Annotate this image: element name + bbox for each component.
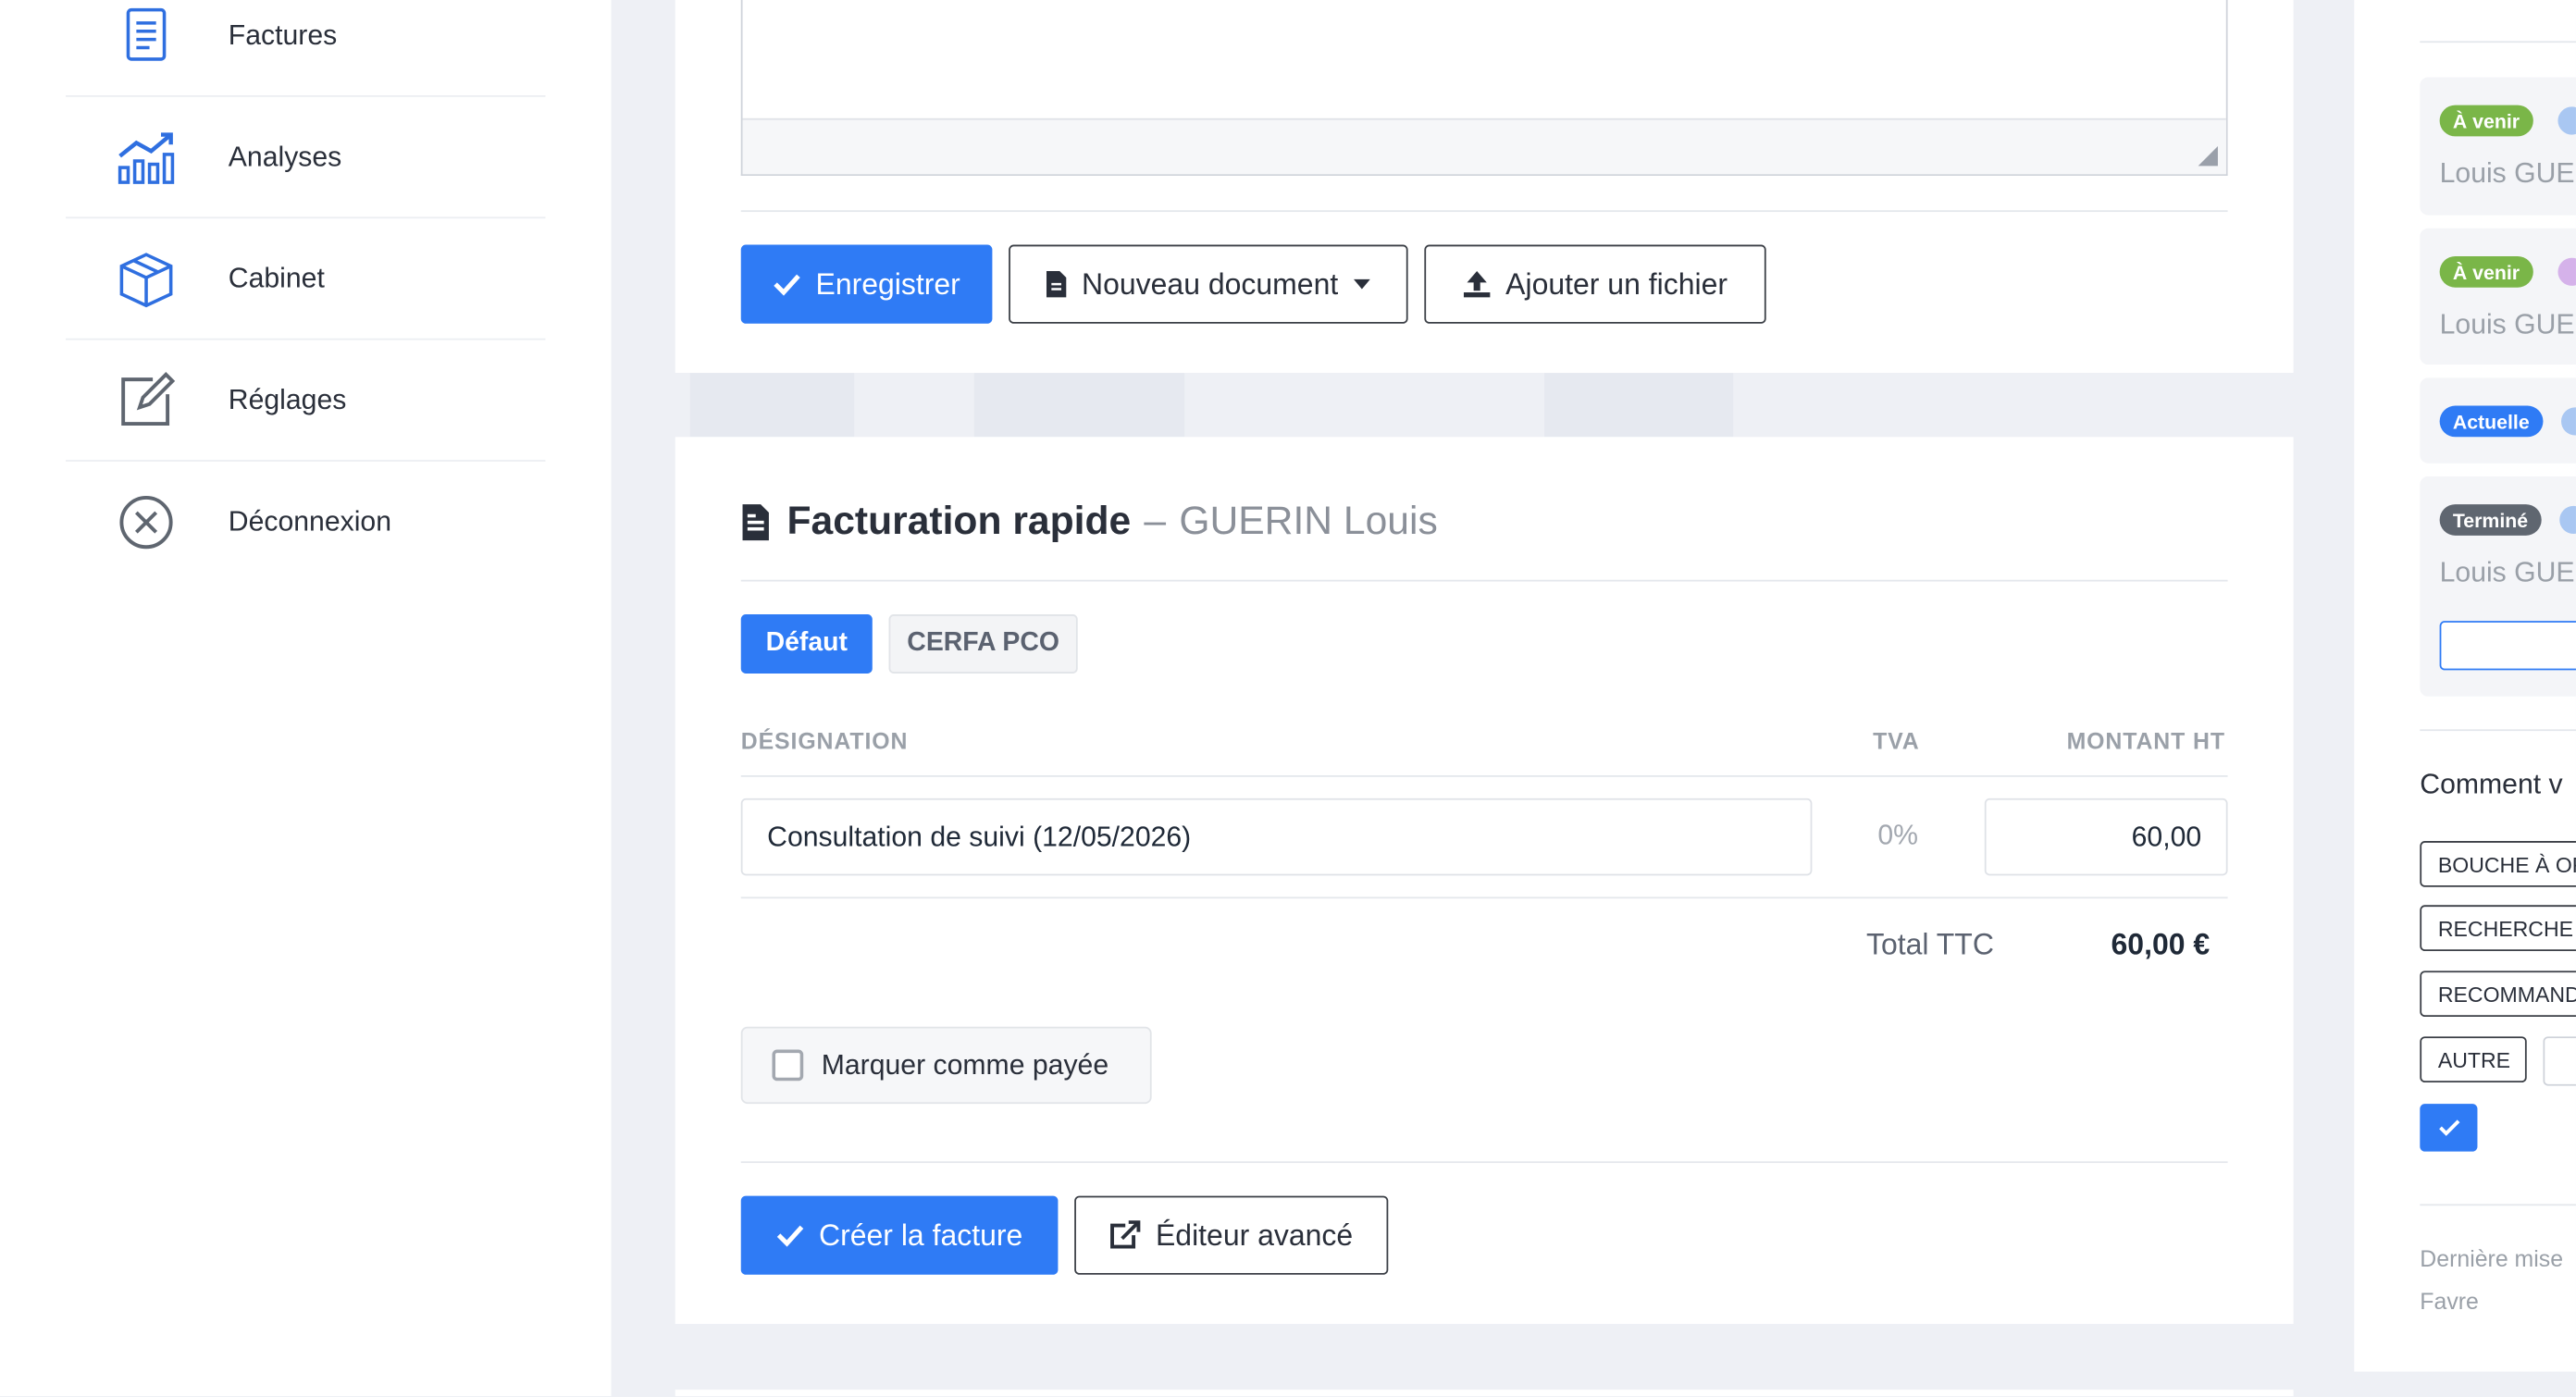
- appointment-item[interactable]: Terminé Louis GUE: [2420, 476, 2576, 697]
- confirm-button[interactable]: [2420, 1104, 2478, 1152]
- next-card: [675, 1390, 2294, 1397]
- advanced-editor-button[interactable]: Éditeur avancé: [1074, 1195, 1389, 1275]
- appointment-name: Louis GUE: [2439, 308, 2575, 340]
- right-panel: À venir Louis GUE À venir Louis GUE Actu…: [2354, 0, 2576, 1372]
- check-icon: [2438, 1119, 2459, 1136]
- total-label: Total TTC: [1865, 928, 1994, 961]
- mark-paid-label: Marquer comme payée: [821, 1048, 1109, 1081]
- caret-down-icon: [1353, 278, 1369, 290]
- notes-textarea[interactable]: [740, 0, 2228, 176]
- amount-input[interactable]: 60,00: [1984, 797, 2228, 876]
- referral-tag[interactable]: RECOMMAND: [2420, 970, 2576, 1018]
- divider: [2420, 1204, 2576, 1206]
- background-stripe: [973, 373, 1185, 438]
- divider: [740, 775, 2228, 777]
- sidebar-item-label: Déconnexion: [228, 505, 392, 538]
- divider: [2420, 729, 2576, 732]
- designation-input[interactable]: Consultation de suivi (12/05/2026): [740, 797, 1813, 876]
- sidebar-item-label: Réglages: [228, 383, 347, 415]
- status-badge: Terminé: [2439, 504, 2542, 536]
- new-document-label: Nouveau document: [1082, 266, 1339, 301]
- sidebar-item-label: Factures: [228, 19, 338, 51]
- appointment-item[interactable]: À venir Louis GUE: [2420, 228, 2576, 365]
- appointment-input[interactable]: [2439, 621, 2576, 671]
- divider: [740, 1161, 2228, 1164]
- section-title: Comment v: [2420, 768, 2563, 800]
- column-tva: TVA: [1873, 727, 1920, 754]
- other-input[interactable]: [2543, 1036, 2576, 1086]
- save-button[interactable]: Enregistrer: [740, 244, 993, 324]
- tva-value: 0%: [1877, 819, 1919, 851]
- advanced-editor-label: Éditeur avancé: [1155, 1218, 1354, 1252]
- check-icon: [774, 274, 801, 296]
- invoice-icon: [115, 4, 177, 66]
- appointment-name: Louis GUE: [2439, 556, 2575, 588]
- check-icon: [777, 1225, 805, 1247]
- quick-billing-card: Facturation rapide – GUERIN Louis Défaut…: [675, 437, 2294, 1325]
- sidebar-item-factures[interactable]: Factures: [66, 0, 546, 97]
- create-invoice-button[interactable]: Créer la facture: [740, 1195, 1059, 1275]
- close-circle-icon: [115, 491, 177, 553]
- total-value: 60,00 €: [2111, 928, 2211, 961]
- column-amount: MONTANT HT: [2066, 727, 2225, 754]
- background-stripe: [689, 373, 855, 438]
- save-button-label: Enregistrer: [815, 266, 960, 301]
- checkbox-square[interactable]: [772, 1049, 804, 1082]
- status-badge: À venir: [2439, 255, 2533, 288]
- column-designation: DÉSIGNATION: [740, 727, 909, 754]
- file-invoice-icon: [742, 504, 769, 541]
- divider: [740, 579, 2228, 582]
- appointment-item[interactable]: À venir Louis GUE: [2420, 77, 2576, 216]
- status-dot: [2557, 257, 2576, 286]
- create-invoice-label: Créer la facture: [819, 1218, 1023, 1252]
- divider: [740, 210, 2228, 213]
- add-file-label: Ajouter un fichier: [1505, 266, 1728, 301]
- document-icon: [1046, 270, 1068, 298]
- appointment-name: Louis GUE: [2439, 157, 2575, 190]
- sidebar-item-analyses[interactable]: Analyses: [66, 97, 546, 219]
- status-dot: [2557, 106, 2576, 135]
- divider: [740, 896, 2228, 899]
- edit-icon: [115, 369, 177, 431]
- add-file-button[interactable]: Ajouter un fichier: [1424, 244, 1766, 324]
- tab-cerfa-pco[interactable]: CERFA PCO: [888, 614, 1078, 674]
- notes-card: Enregistrer Nouveau document Ajouter un …: [675, 0, 2294, 374]
- background-stripe: [1543, 373, 1734, 438]
- sidebar: Factures Analyses Cabinet Réglages Décon…: [0, 0, 612, 1397]
- resize-handle-icon[interactable]: [2198, 146, 2218, 167]
- mark-paid-checkbox[interactable]: Marquer comme payée: [740, 1026, 1152, 1105]
- referral-tag[interactable]: AUTRE: [2420, 1036, 2527, 1083]
- divider: [2420, 41, 2576, 43]
- sidebar-item-label: Analyses: [228, 140, 342, 172]
- sidebar-item-label: Cabinet: [228, 262, 325, 293]
- billing-title-text: Facturation rapide: [786, 499, 1132, 544]
- tab-defaut[interactable]: Défaut: [740, 614, 873, 674]
- sidebar-item-reglages[interactable]: Réglages: [66, 340, 546, 462]
- external-link-icon: [1110, 1220, 1142, 1249]
- referral-tag[interactable]: BOUCHE À OR: [2420, 841, 2576, 887]
- box-icon: [115, 247, 177, 309]
- chart-icon: [115, 126, 177, 188]
- textarea-footer: [742, 117, 2226, 175]
- new-document-button[interactable]: Nouveau document: [1009, 244, 1408, 324]
- status-dot: [2561, 407, 2576, 436]
- app-page: Factures Analyses Cabinet Réglages Décon…: [0, 0, 2576, 1397]
- patient-name: GUERIN Louis: [1179, 499, 1438, 544]
- last-update-author: Favre: [2420, 1287, 2479, 1315]
- sidebar-item-cabinet[interactable]: Cabinet: [66, 218, 546, 340]
- status-dot: [2559, 505, 2576, 535]
- billing-title: Facturation rapide – GUERIN Louis: [741, 500, 1438, 546]
- appointment-item-current[interactable]: Actuelle: [2420, 377, 2576, 464]
- referral-tag[interactable]: RECHERCHE I: [2420, 905, 2576, 952]
- status-badge: Actuelle: [2439, 405, 2543, 438]
- status-badge: À venir: [2439, 105, 2533, 137]
- last-update-label: Dernière mise: [2420, 1244, 2564, 1272]
- upload-icon: [1464, 270, 1492, 298]
- sidebar-item-deconnexion[interactable]: Déconnexion: [66, 462, 545, 583]
- title-separator: –: [1144, 499, 1167, 544]
